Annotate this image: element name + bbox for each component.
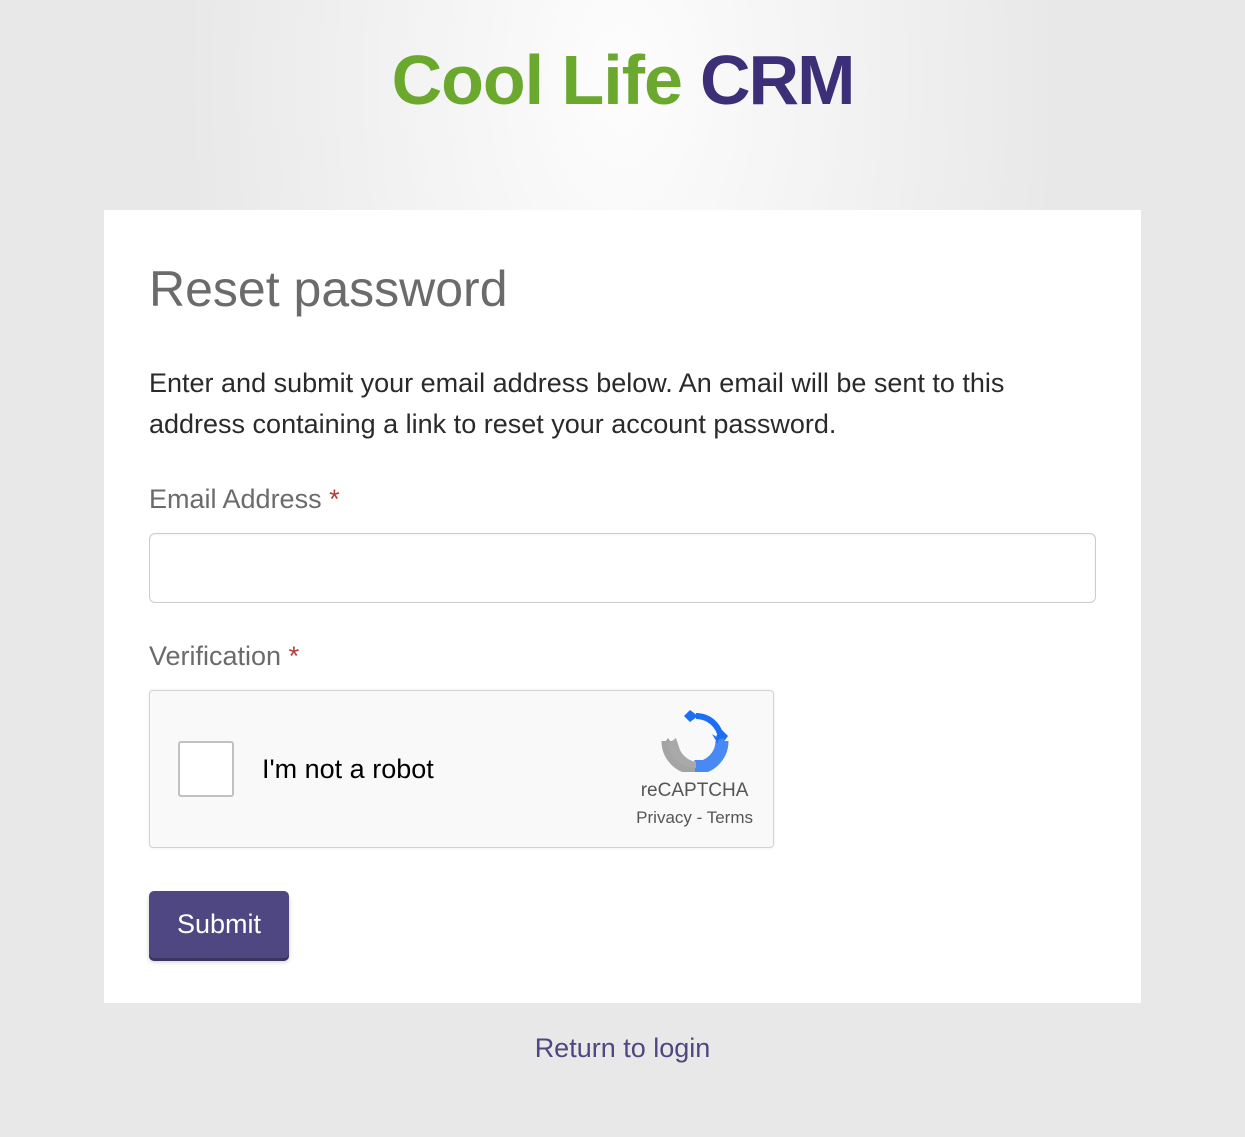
email-field[interactable] bbox=[149, 533, 1096, 603]
recaptcha-widget: I'm not a robot reCAPTCHA Privac bbox=[149, 690, 774, 848]
page-title: Reset password bbox=[149, 260, 1096, 318]
recaptcha-link-separator: - bbox=[692, 808, 707, 827]
reset-password-card: Reset password Enter and submit your ema… bbox=[104, 210, 1141, 1003]
recaptcha-icon bbox=[660, 710, 730, 772]
email-label: Email Address * bbox=[149, 484, 1096, 515]
required-marker: * bbox=[289, 641, 300, 671]
recaptcha-links: Privacy - Terms bbox=[636, 808, 753, 828]
verification-form-group: Verification * I'm not a robot bbox=[149, 641, 1096, 848]
logo-text-left: Cool Life bbox=[392, 40, 682, 120]
recaptcha-brand-text: reCAPTCHA bbox=[641, 780, 749, 802]
email-form-group: Email Address * bbox=[149, 484, 1096, 603]
verification-label: Verification * bbox=[149, 641, 1096, 672]
recaptcha-checkbox[interactable] bbox=[178, 741, 234, 797]
recaptcha-label: I'm not a robot bbox=[262, 754, 636, 785]
email-label-text: Email Address bbox=[149, 484, 322, 514]
recaptcha-privacy-link[interactable]: Privacy bbox=[636, 808, 692, 827]
required-marker: * bbox=[329, 484, 340, 514]
return-to-login-link[interactable]: Return to login bbox=[535, 1033, 711, 1064]
logo: Cool Life CRM bbox=[392, 40, 854, 120]
verification-label-text: Verification bbox=[149, 641, 281, 671]
recaptcha-branding: reCAPTCHA Privacy - Terms bbox=[636, 710, 753, 828]
recaptcha-terms-link[interactable]: Terms bbox=[707, 808, 753, 827]
page-description: Enter and submit your email address belo… bbox=[149, 363, 1096, 444]
submit-button[interactable]: Submit bbox=[149, 891, 289, 958]
logo-text-right: CRM bbox=[700, 40, 853, 120]
